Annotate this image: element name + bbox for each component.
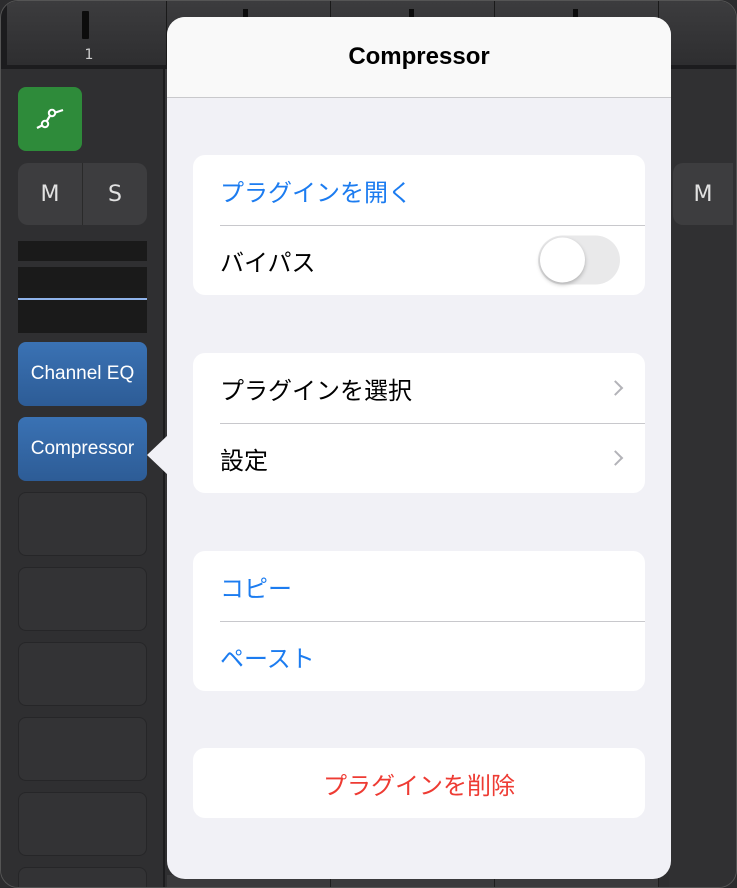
popover-arrow (147, 435, 168, 475)
empty-plugin-slot[interactable] (18, 642, 147, 706)
empty-plugin-slot[interactable] (18, 492, 147, 556)
bypass-row: バイパス (193, 225, 645, 295)
plugin-popover: Compressor プラグインを開く バイパス プラグインを選択 設定 コピー… (167, 17, 671, 879)
bypass-toggle[interactable] (538, 235, 620, 285)
toggle-knob (540, 237, 585, 283)
open-plugin-button[interactable]: プラグインを開く (193, 155, 645, 225)
bypass-label: バイパス (220, 248, 316, 277)
settings-row[interactable]: 設定 (193, 423, 645, 493)
settings-label: 設定 (220, 446, 268, 475)
plugin-slot-compressor[interactable]: Compressor (18, 417, 147, 481)
delete-plugin-button[interactable]: プラグインを削除 (193, 748, 645, 818)
channel-divider (163, 69, 165, 887)
paste-button[interactable]: ペースト (193, 621, 645, 691)
mute-solo-group: M S (18, 163, 147, 225)
audio-effect-slot[interactable] (18, 267, 147, 333)
clipboard-group: コピー ペースト (193, 551, 645, 691)
paste-label: ペースト (220, 644, 315, 673)
empty-plugin-slot[interactable] (18, 567, 147, 631)
chevron-right-icon (607, 450, 624, 466)
mute-button[interactable]: M (18, 163, 82, 225)
delete-plugin-label: プラグインを削除 (323, 771, 515, 800)
copy-label: コピー (220, 574, 292, 603)
plugin-actions-group: プラグインを開く バイパス (193, 155, 645, 295)
chevron-right-icon (607, 380, 624, 396)
empty-plugin-slot[interactable] (18, 867, 147, 887)
channel-header[interactable]: 1 (7, 1, 167, 65)
select-plugin-label: プラグインを選択 (220, 376, 412, 405)
automation-curve-icon (36, 108, 64, 129)
plugin-navigation-group: プラグインを選択 設定 (193, 353, 645, 493)
mixer-window: 1 M S M Channel EQ Compressor Compressor… (0, 0, 737, 888)
plugin-slot-channel-eq[interactable]: Channel EQ (18, 342, 147, 406)
solo-button[interactable]: S (82, 163, 147, 225)
empty-plugin-slot[interactable] (18, 717, 147, 781)
copy-button[interactable]: コピー (193, 551, 645, 621)
mute-button-next-channel[interactable]: M (673, 163, 733, 225)
open-plugin-label: プラグインを開く (220, 178, 412, 207)
delete-group: プラグインを削除 (193, 748, 645, 818)
popover-header: Compressor (167, 17, 671, 98)
empty-plugin-slot[interactable] (18, 792, 147, 856)
select-plugin-row[interactable]: プラグインを選択 (193, 353, 645, 423)
automation-button[interactable] (18, 87, 82, 151)
popover-title: Compressor (348, 43, 490, 70)
channel-number: 1 (84, 47, 94, 63)
fader-marker (82, 11, 89, 39)
input-slot[interactable] (18, 241, 147, 261)
level-line (18, 298, 147, 300)
